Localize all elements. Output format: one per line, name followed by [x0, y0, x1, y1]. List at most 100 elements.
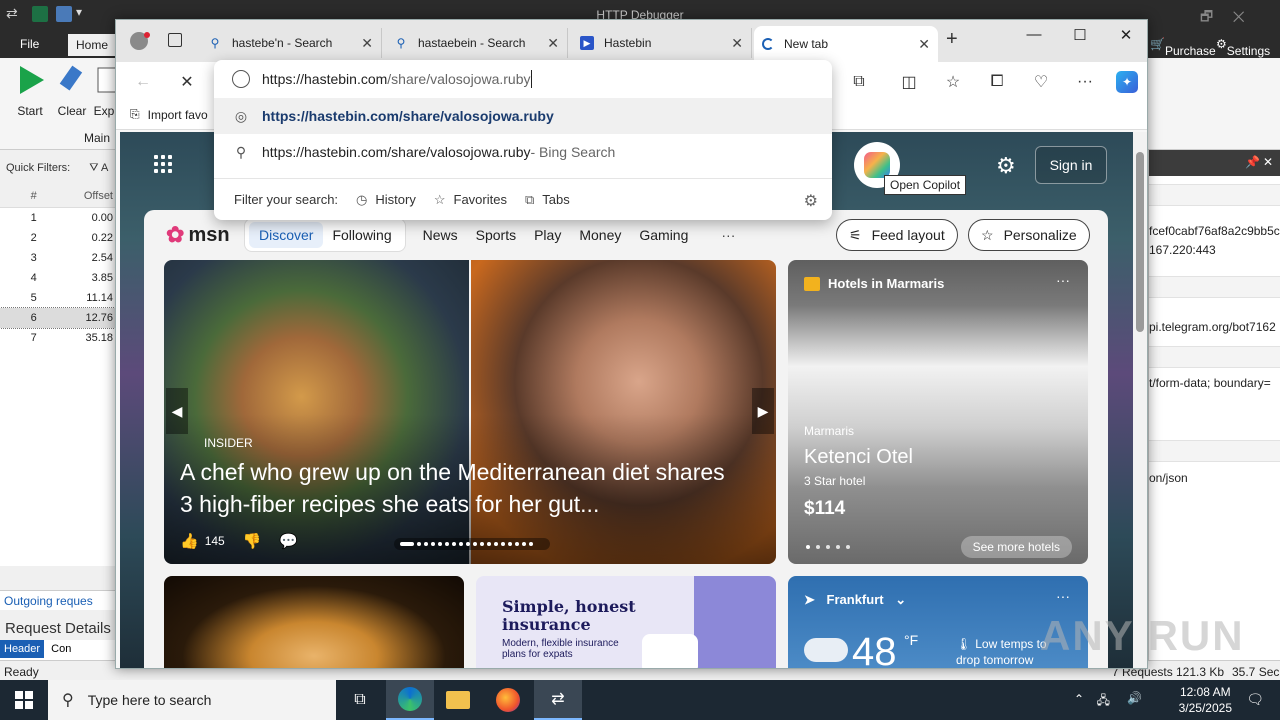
hotel-name[interactable]: Ketenci Otel [804, 446, 913, 469]
favorites-star-icon[interactable]: ☆ [942, 71, 964, 93]
col-offset-header[interactable]: Offset [67, 186, 117, 207]
back-arrow-icon[interactable]: ← [132, 71, 154, 93]
hotels-pager[interactable] [806, 545, 850, 549]
start-button[interactable]: Start [8, 62, 52, 118]
page-settings-icon[interactable]: ⚙ [996, 153, 1016, 179]
filter-icon[interactable]: ⛛ [89, 162, 98, 174]
nav-discover[interactable]: Discover [249, 222, 324, 248]
taskbar-file-explorer[interactable] [434, 680, 482, 720]
table-row-selected[interactable]: 6 12.76 [0, 307, 118, 329]
food-article-card[interactable] [164, 576, 464, 668]
purchase-link[interactable]: 🛒 Purchase [1150, 37, 1216, 58]
ribbon-tab-file[interactable]: File [20, 37, 39, 51]
address-bar-input[interactable]: https://hastebin.com/share/valosojowa.ru… [214, 60, 832, 98]
tray-chevron-icon[interactable]: ⌃ [1074, 692, 1084, 706]
nav-following[interactable]: Following [323, 227, 400, 243]
subtab-content[interactable]: Con [47, 640, 75, 658]
more-menu-icon[interactable]: ··· [1074, 71, 1096, 93]
personalize-button[interactable]: ☆ Personalize [968, 219, 1090, 251]
carousel-next-button[interactable]: ▶ [752, 388, 774, 434]
tab-hastaebein-search[interactable]: ⚲ hastaebein - Search ✕ [386, 28, 568, 58]
outgoing-requests-tab[interactable]: Outgoing reques [0, 590, 118, 610]
stop-loading-icon[interactable]: ✕ [176, 71, 198, 93]
see-more-hotels-button[interactable]: See more hotels [960, 536, 1072, 558]
hotels-more-menu[interactable]: ··· [1056, 272, 1070, 288]
tab-hastebin[interactable]: ▶ Hastebin ✕ [572, 28, 752, 58]
weather-more-menu[interactable]: ··· [1056, 588, 1070, 604]
hero-carousel[interactable]: INSIDER A chef who grew up on the Medite… [164, 260, 776, 564]
nav-sports[interactable]: Sports [467, 227, 525, 243]
taskbar-http-debugger[interactable]: ⇄ [534, 680, 582, 720]
hotels-card[interactable]: Hotels in Marmaris ··· Marmaris Ketenci … [788, 260, 1088, 564]
nav-gaming[interactable]: Gaming [630, 227, 697, 243]
filter-favorites[interactable]: ☆ Favorites [434, 192, 507, 208]
url-suggestion[interactable]: ◎ https://hastebin.com/share/valosojowa.… [214, 98, 832, 134]
copilot-icon[interactable]: ✦ [1116, 71, 1138, 93]
nav-money[interactable]: Money [570, 227, 630, 243]
taskbar-search-box[interactable]: ⚲ Type here to search [48, 680, 336, 720]
table-row[interactable]: 7 35.18 [0, 328, 117, 348]
taskbar-firefox[interactable] [484, 680, 532, 720]
new-tab-button[interactable]: + [946, 28, 958, 51]
nav-more[interactable]: ··· [721, 227, 735, 243]
table-row[interactable]: 5 11.14 [0, 288, 117, 308]
table-row[interactable]: 1 0.00 [0, 208, 117, 228]
export-button[interactable]: Exp [92, 62, 116, 118]
tab-hastebn-search[interactable]: ⚲ hastebe'n - Search ✕ [200, 28, 382, 58]
close-icon[interactable]: ✕ [1263, 155, 1273, 169]
article-headline[interactable]: A chef who grew up on the Mediterranean … [180, 456, 740, 520]
close-tab-icon[interactable]: ✕ [547, 35, 559, 52]
task-view-button[interactable]: ⧉ [336, 680, 384, 720]
volume-icon[interactable]: 🔊 [1127, 691, 1142, 705]
close-tab-icon[interactable]: ✕ [731, 35, 743, 52]
import-favorites[interactable]: ⎘ Import favo [130, 107, 208, 122]
ribbon-tab-home[interactable]: Home [68, 34, 117, 56]
maximize-button[interactable]: ☐ [1060, 26, 1100, 44]
tab-actions-icon[interactable] [168, 33, 182, 47]
close-tab-icon[interactable]: ✕ [361, 35, 373, 52]
sign-in-button[interactable]: Sign in [1035, 146, 1107, 184]
dislike-icon[interactable]: 👎 [243, 532, 262, 550]
clear-button[interactable]: Clear [50, 62, 94, 118]
start-button[interactable] [0, 680, 48, 720]
close-window-button[interactable]: ✕ [1106, 26, 1146, 44]
taskbar-clock[interactable]: 12:08 AM 3/25/2025 [1179, 684, 1232, 716]
taskbar-edge[interactable] [386, 680, 434, 720]
extensions-icon[interactable]: ⧉ [848, 71, 870, 93]
like-icon[interactable]: 👍 [180, 532, 199, 550]
collections-icon[interactable]: ⧠ [986, 71, 1008, 93]
feed-layout-button[interactable]: ⚟ Feed layout [836, 219, 958, 251]
weather-city[interactable]: ➤ Frankfurt ⌄ [804, 592, 906, 608]
table-row[interactable]: 2 0.22 [0, 228, 117, 248]
loading-spinner-icon [762, 38, 774, 50]
minimize-button[interactable]: — [1014, 26, 1054, 43]
hotel-stars: 3 Star hotel [804, 474, 866, 488]
settings-link[interactable]: ⚙ Settings [1216, 37, 1270, 58]
browser-essentials-icon[interactable]: ♡ [1030, 71, 1052, 93]
pin-icon[interactable]: 📌 [1245, 155, 1260, 169]
location-arrow-icon: ➤ [804, 592, 815, 607]
close-tab-icon[interactable]: ✕ [918, 36, 930, 53]
bg-window-controls[interactable]: 🗗 ✕ [1200, 6, 1245, 30]
notification-center-icon[interactable]: 🗨 [1246, 691, 1264, 708]
search-suggestion[interactable]: ⚲ https://hastebin.com/share/valosojowa.… [214, 134, 832, 170]
insurance-ad-card[interactable]: Simple, honest insurance Modern, flexibl… [476, 576, 776, 668]
nav-news[interactable]: News [414, 227, 467, 243]
tab-new-tab[interactable]: New tab ✕ [754, 26, 938, 62]
split-screen-icon[interactable]: ◫ [898, 71, 920, 93]
col-num-header[interactable]: # [0, 186, 67, 207]
carousel-prev-button[interactable]: ◀ [166, 388, 188, 434]
nav-play[interactable]: Play [525, 227, 570, 243]
network-icon[interactable]: 🖧 [1097, 691, 1110, 712]
apps-launcher-icon[interactable] [154, 155, 174, 175]
filter-history[interactable]: ◷ History [356, 192, 416, 208]
msn-logo[interactable]: ✿ msn [166, 222, 230, 248]
comment-icon[interactable]: 💬 [279, 532, 298, 550]
subtab-header[interactable]: Header [0, 640, 45, 658]
table-row[interactable]: 4 3.85 [0, 268, 117, 288]
table-row[interactable]: 3 2.54 [0, 248, 117, 268]
carousel-pager[interactable] [394, 538, 550, 550]
filter-tabs[interactable]: ⧉ Tabs [525, 192, 570, 208]
gear-icon[interactable]: ⚙ [804, 191, 818, 211]
page-scrollbar[interactable] [1133, 132, 1147, 668]
